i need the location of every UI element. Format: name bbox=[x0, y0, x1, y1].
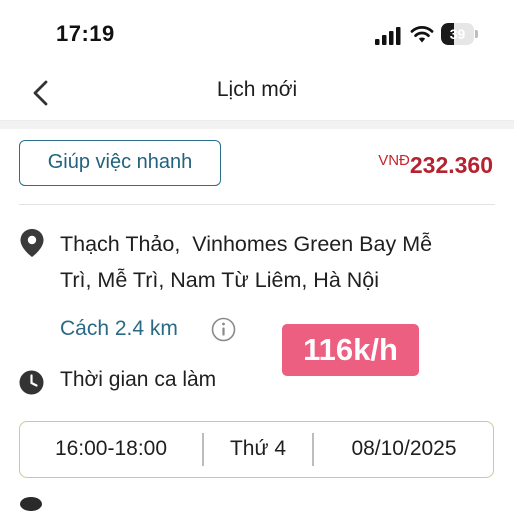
job-address: Thạch Thảo, Vinhomes Green Bay Mễ Trì, M… bbox=[60, 232, 433, 292]
battery-body: 39 bbox=[441, 23, 474, 45]
status-bar: 17:19 39 bbox=[0, 0, 514, 66]
nav-header: Lịch mới bbox=[0, 66, 514, 121]
battery-level: 39 bbox=[449, 26, 466, 42]
schedule-separator bbox=[312, 433, 314, 466]
signal-icon bbox=[375, 27, 401, 45]
next-item-icon bbox=[20, 497, 42, 511]
price-currency: VNĐ bbox=[378, 152, 410, 169]
divider bbox=[19, 204, 495, 205]
page-title: Lịch mới bbox=[216, 78, 298, 101]
schedule-weekday: Thứ 4 bbox=[229, 437, 287, 460]
hourly-rate-badge: 116k/h bbox=[282, 324, 419, 376]
battery-icon: 39 bbox=[441, 23, 479, 45]
schedule-time-range: 16:00-18:00 bbox=[54, 437, 168, 460]
wifi-icon bbox=[410, 26, 434, 43]
service-tag-button[interactable]: Giúp việc nhanh bbox=[19, 140, 221, 186]
clock-icon bbox=[19, 370, 44, 395]
location-pin-icon bbox=[20, 229, 44, 257]
schedule-box: 16:00-18:00 Thứ 4 08/10/2025 bbox=[19, 421, 494, 478]
info-icon[interactable] bbox=[211, 317, 236, 342]
status-time: 17:19 bbox=[56, 21, 115, 46]
distance-text: Cách 2.4 km bbox=[60, 317, 178, 340]
battery-cap bbox=[475, 30, 478, 38]
price: VNĐ232.360 bbox=[378, 152, 493, 179]
schedule-date: 08/10/2025 bbox=[351, 437, 457, 460]
price-amount: 232.360 bbox=[409, 152, 493, 178]
section-separator bbox=[0, 121, 514, 129]
shift-time-label: Thời gian ca làm bbox=[60, 368, 217, 391]
